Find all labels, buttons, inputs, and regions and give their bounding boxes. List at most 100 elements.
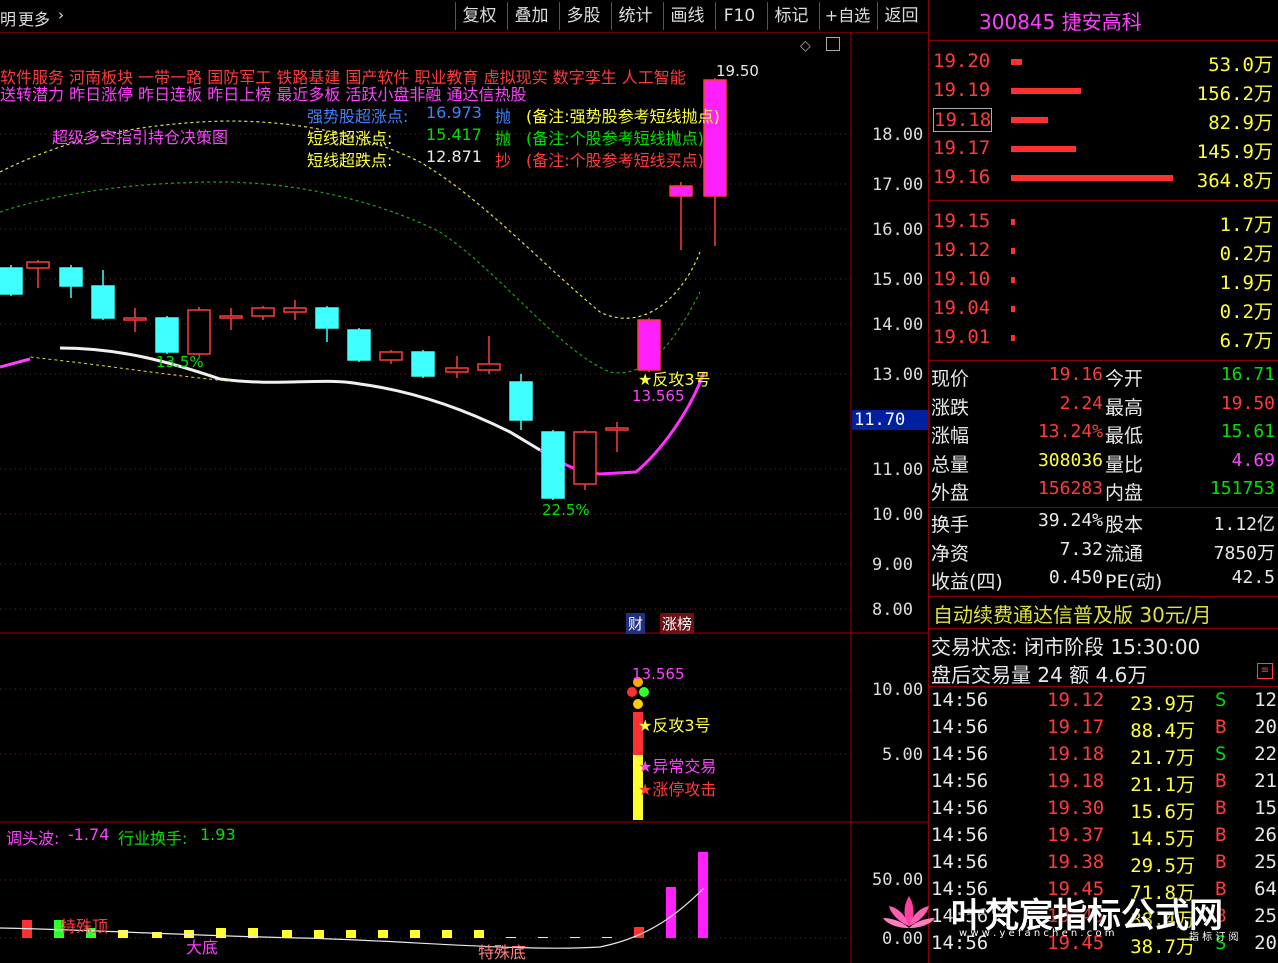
chart-icon[interactable]: ≡: [1257, 663, 1273, 679]
bid-volume-bar: [1011, 335, 1015, 341]
ask-volume: 53.0万: [1208, 54, 1273, 76]
stat-label: 涨幅: [931, 425, 970, 447]
tick-side: S: [1215, 689, 1227, 711]
toolbar-button-draw[interactable]: 画线: [663, 2, 711, 30]
toolbar-button-multi-stock[interactable]: 多股: [559, 2, 607, 30]
stat-value: 7.32: [1059, 538, 1103, 560]
stat-value: 19.50: [1220, 392, 1275, 414]
promo-banner[interactable]: 自动续费通达信普及版 30元/月: [933, 599, 1212, 628]
stat-row: 外盘 156283 内盘 151753: [929, 478, 1278, 506]
kline-chart-svg[interactable]: [0, 32, 928, 963]
stat-value: 13.24%: [1037, 421, 1103, 442]
chevron-right-icon[interactable]: ›: [58, 6, 64, 24]
sub2-bar: [282, 930, 292, 938]
tick-count: 22: [1254, 743, 1277, 765]
toolbar-left-tag: 明: [0, 10, 17, 29]
tick-volume: 14.5万: [1130, 828, 1195, 850]
bid-row[interactable]: 19.12 0.2万: [929, 239, 1278, 267]
stat-value: 15.61: [1220, 421, 1275, 442]
ask-volume: 156.2万: [1196, 83, 1273, 105]
sub2-bar: [570, 937, 580, 938]
ask-volume: 82.9万: [1208, 112, 1273, 134]
stat-label: 今开: [1105, 368, 1144, 390]
ask-volume-bar: [1011, 146, 1076, 152]
bid-row[interactable]: 19.10 1.9万: [929, 268, 1278, 296]
tick-price: 19.37: [1047, 824, 1105, 846]
ask-volume-bar: [1011, 59, 1022, 65]
tick-count: 25: [1254, 905, 1277, 927]
ask-row[interactable]: 19.19 156.2万: [929, 79, 1278, 107]
candle-body: [0, 267, 23, 295]
bid-row[interactable]: 19.01 6.7万: [929, 326, 1278, 354]
watermark-sub: 指 标 订 阅: [1189, 932, 1239, 943]
toolbar-button-stats[interactable]: 统计: [611, 2, 659, 30]
candle-body: [187, 309, 211, 355]
window-toggle-icon[interactable]: [826, 37, 840, 51]
bid-row[interactable]: 19.04 0.2万: [929, 297, 1278, 325]
sub1-value: 13.565: [632, 665, 685, 683]
tick-price: 19.17: [1047, 716, 1105, 738]
axis-label: 13.00: [872, 365, 924, 385]
indicator-row-label: 短线超跌点:: [307, 151, 393, 170]
toolbar-button-f10[interactable]: F10: [715, 2, 763, 30]
stat-label: PE(动): [1105, 571, 1163, 593]
stat-value: 0.450: [1048, 567, 1103, 588]
ask-row[interactable]: 19.17 145.9万: [929, 137, 1278, 165]
indicator-row-label: 强势股超涨点:: [307, 107, 409, 126]
bid-row[interactable]: 19.15 1.7万: [929, 210, 1278, 238]
ask-price: 19.17: [933, 137, 991, 159]
sub1-marker: [633, 699, 643, 709]
tick-volume: 15.6万: [1130, 801, 1195, 823]
limit-up-tag[interactable]: 涨榜: [660, 613, 695, 634]
axis-label: 15.00: [872, 270, 924, 290]
ask-volume: 364.8万: [1196, 170, 1273, 192]
ask-row[interactable]: 19.20 53.0万: [929, 50, 1278, 78]
stat-label: 外盘: [931, 482, 970, 504]
finance-tag[interactable]: 财: [626, 613, 646, 634]
tick-side: B: [1215, 716, 1227, 738]
stat-label: 净资: [931, 542, 970, 565]
indicator-row-label: 短线超涨点:: [307, 129, 393, 148]
more-button[interactable]: 更多: [18, 6, 50, 30]
toolbar-button-overlay[interactable]: 叠加: [507, 2, 555, 30]
stat-label: 现价: [931, 368, 970, 390]
sub1-marker: [639, 687, 649, 697]
candle-body: [315, 307, 339, 329]
candle-body: [347, 329, 371, 361]
ask-row[interactable]: 19.16 364.8万: [929, 166, 1278, 194]
stat-value: 16.71: [1220, 364, 1275, 385]
stat-value: 156283: [1037, 478, 1103, 499]
sub2-bar: [538, 937, 548, 938]
axis-label: 10.00: [872, 505, 924, 525]
tick-row: 14:56 19.17 88.4万 B 20: [929, 716, 1278, 744]
tick-count: 26: [1254, 824, 1277, 846]
tick-time: 14:56: [931, 770, 989, 792]
stock-code-name[interactable]: 300845 捷安高科: [979, 6, 1142, 35]
bid-volume: 0.2万: [1219, 301, 1273, 323]
tick-volume: 88.4万: [1130, 720, 1195, 742]
stat-label: 内盘: [1105, 482, 1144, 504]
stat-label: 换手: [931, 514, 970, 536]
stat-value: 2.24: [1059, 392, 1103, 414]
sub2-bar: [378, 930, 388, 938]
stat-label: 最高: [1105, 396, 1144, 419]
bid-price: 19.10: [933, 268, 991, 290]
tick-row: 14:56 19.18 21.7万 S 22: [929, 743, 1278, 771]
candle-body: [123, 317, 147, 321]
sub2-label: 特殊顶: [60, 917, 109, 936]
ask-row[interactable]: 19.18 82.9万: [929, 108, 1278, 136]
toolbar-button-add-watchlist[interactable]: +自选: [819, 2, 875, 30]
sub2-header-label: 调头波:: [6, 829, 60, 848]
toolbar-button-fuquan[interactable]: 复权: [455, 2, 503, 30]
tick-price: 19.18: [1047, 770, 1105, 792]
tick-count: 12: [1254, 689, 1277, 711]
toolbar-button-back[interactable]: 返回: [877, 2, 925, 30]
diamond-icon[interactable]: ◇: [800, 38, 811, 54]
kline-chart-area[interactable]: ◇ 18.00 17.00 16.00 15.00 14.00 13.00 11…: [0, 32, 930, 963]
ask-volume-bar: [1011, 175, 1173, 181]
tick-side: B: [1215, 770, 1227, 792]
stat-value: 39.24%: [1037, 510, 1103, 531]
bid-price: 19.04: [933, 297, 991, 319]
tick-time: 14:56: [931, 851, 989, 873]
toolbar-button-mark[interactable]: 标记: [767, 2, 815, 30]
